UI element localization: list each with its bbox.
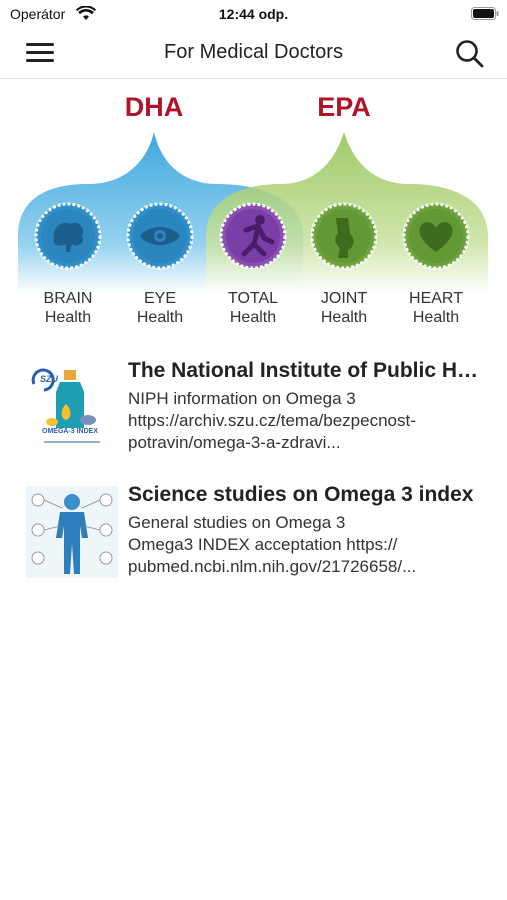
epa-heading: EPA	[317, 92, 371, 122]
thumb-caption: OMEGA-3 INDEX	[42, 428, 99, 435]
label-line: Health	[320, 309, 368, 326]
joint-health-label: JOINT Health	[304, 289, 384, 327]
heart-health-label: HEART Health	[396, 289, 476, 327]
label-line: Health	[44, 309, 92, 326]
navigation-bar: For Medical Doctors	[0, 28, 507, 79]
article-desc-line: potravin/omega-3-a-zdravi...	[128, 433, 341, 452]
article-title: Science studies on Omega 3 index	[128, 483, 474, 506]
article-desc-line: NIPH information on Omega 3	[128, 389, 356, 408]
label-line: BRAIN	[43, 290, 93, 307]
status-bar: Operátor 12:44 odp.	[0, 0, 507, 28]
omega3-banner[interactable]: DHA EPA BRAIN Health EYE Health TOTAL He…	[18, 88, 490, 338]
status-time: 12:44 odp.	[218, 6, 289, 22]
article-desc-line: https://archiv.szu.cz/tema/bezpecnost-	[128, 411, 416, 430]
thumb-logo: SZU	[40, 374, 58, 384]
brain-icon	[34, 202, 102, 270]
body-infographic-thumbnail	[26, 486, 118, 578]
eye-icon	[126, 202, 194, 270]
search-icon[interactable]	[453, 37, 487, 71]
battery-icon	[471, 7, 499, 20]
label-line: HEART	[409, 290, 463, 307]
page-title: For Medical Doctors	[164, 41, 343, 63]
list-item[interactable]: SZU OMEGA-3 INDEX The National Institute…	[0, 358, 507, 468]
article-desc-line: Omega3 INDEX acceptation https://	[128, 535, 398, 554]
dha-heading: DHA	[124, 92, 184, 122]
label-line: EYE	[143, 290, 176, 307]
article-desc-line: pubmed.ncbi.nlm.nih.gov/21726658/...	[128, 557, 417, 576]
brain-health-label: BRAIN Health	[28, 289, 108, 327]
label-line: TOTAL	[227, 290, 279, 307]
article-description: NIPH information on Omega 3 https://arch…	[128, 388, 480, 454]
article-description: General studies on Omega 3 Omega3 INDEX …	[128, 512, 480, 578]
label-line: Health	[136, 309, 184, 326]
list-item[interactable]: Science studies on Omega 3 index General…	[0, 482, 507, 592]
article-title: The National Institute of Public Health	[128, 359, 488, 382]
heart-icon	[402, 202, 470, 270]
joint-icon	[310, 202, 378, 270]
running-person-icon	[219, 202, 287, 270]
label-line: Health	[412, 309, 460, 326]
label-line: Health	[229, 309, 277, 326]
total-health-label: TOTAL Health	[213, 289, 293, 327]
article-desc-line: General studies on Omega 3	[128, 513, 346, 532]
label-line: JOINT	[320, 290, 368, 307]
eye-health-label: EYE Health	[120, 289, 200, 327]
